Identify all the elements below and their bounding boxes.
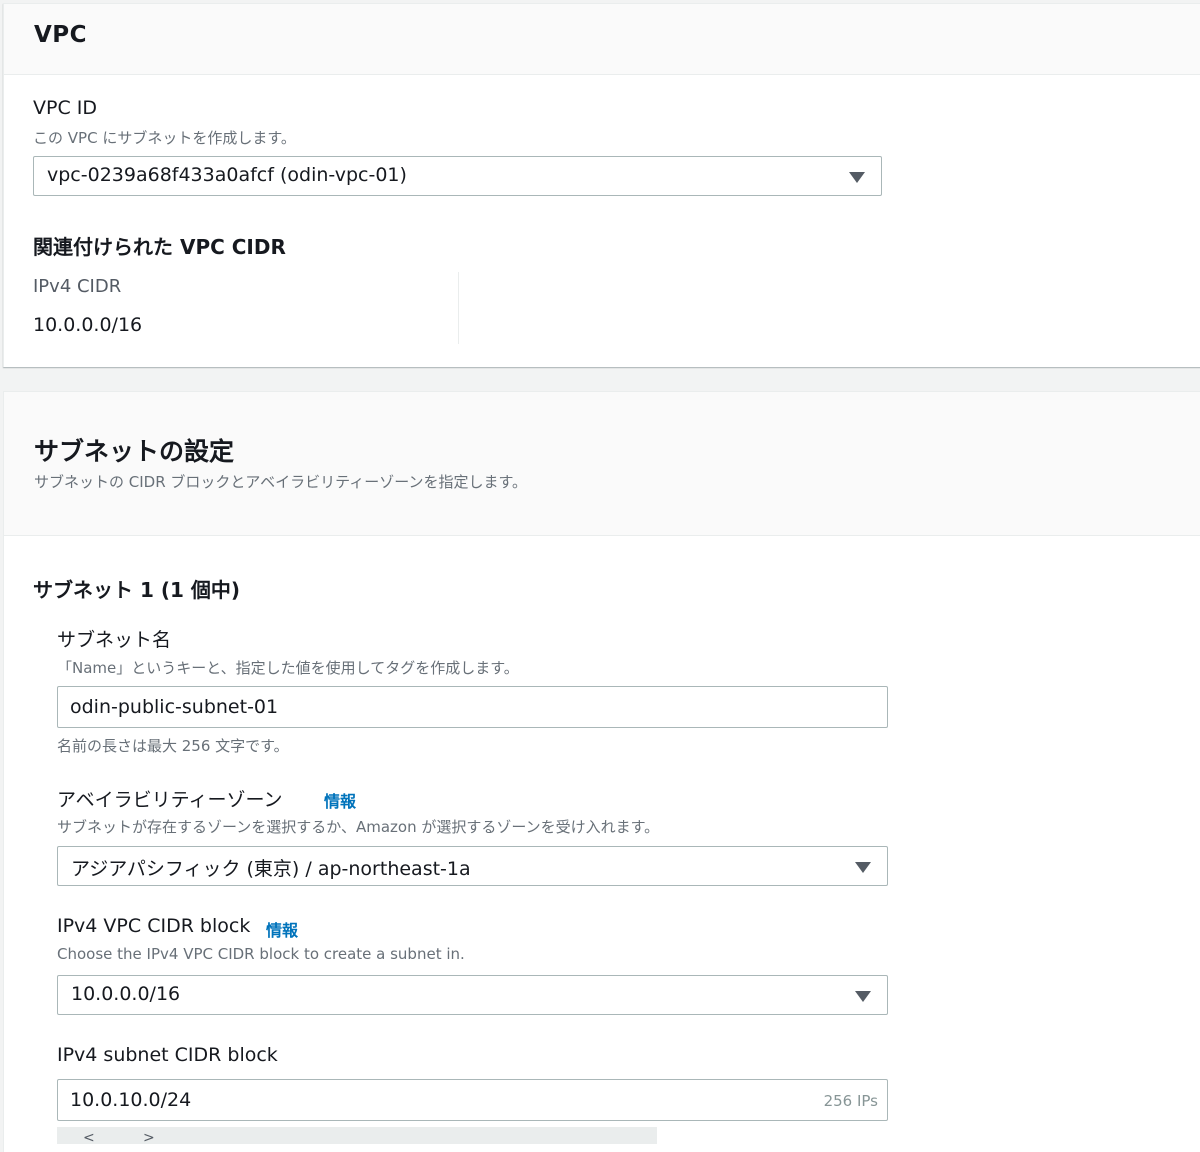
ipv4-subnet-cidr-block-field[interactable]: 256 IPs [57, 1079, 888, 1121]
vpc-id-label: VPC ID [33, 97, 97, 119]
vpc-id-description: この VPC にサブネットを作成します。 [33, 129, 296, 147]
caret-down-icon [849, 172, 865, 183]
ipv4-cidr-label: IPv4 CIDR [33, 276, 122, 297]
ipv4-vpc-cidr-block-label: IPv4 VPC CIDR block [57, 915, 251, 937]
availability-zone-description: サブネットが存在するゾーンを選択するか、Amazon が選択するゾーンを受け入れ… [57, 818, 660, 836]
column-divider [458, 272, 459, 344]
subnet-heading: サブネット 1 (1 個中) [33, 578, 241, 602]
vpc-id-select[interactable]: vpc-0239a68f433a0afcf (odin-vpc-01) [33, 156, 882, 196]
subnet-name-input[interactable] [58, 687, 887, 727]
subnet-settings-header: サブネットの設定 サブネットの CIDR ブロックとアベイラビリティーゾーンを指… [4, 392, 1200, 536]
caret-down-icon [855, 991, 871, 1002]
ipv4-subnet-cidr-block-label: IPv4 subnet CIDR block [57, 1044, 278, 1066]
subnet-settings-panel: サブネットの設定 サブネットの CIDR ブロックとアベイラビリティーゾーンを指… [3, 391, 1200, 1152]
subnet-name-label: サブネット名 [57, 629, 172, 651]
ip-count-suffix: 256 IPs [823, 1092, 878, 1110]
caret-down-icon [855, 862, 871, 873]
cidr-stepper-partial[interactable]: < > [57, 1127, 657, 1146]
associated-cidr-heading: 関連付けられた VPC CIDR [33, 235, 286, 259]
vpc-panel-header: VPC [4, 4, 1200, 75]
availability-zone-select[interactable]: アジアパシフィック (東京) / ap-northeast-1a [57, 846, 888, 886]
ipv4-vpc-cidr-block-select[interactable]: 10.0.0.0/16 [57, 975, 888, 1015]
subnet-settings-title: サブネットの設定 [34, 437, 235, 466]
availability-zone-info-link[interactable]: 情報 [324, 788, 356, 812]
subnet-settings-description: サブネットの CIDR ブロックとアベイラビリティーゾーンを指定します。 [34, 473, 527, 491]
availability-zone-label: アベイラビリティーゾーン [57, 789, 283, 811]
vpc-id-select-value: vpc-0239a68f433a0afcf (odin-vpc-01) [47, 164, 407, 186]
ipv4-vpc-cidr-block-description: Choose the IPv4 VPC CIDR block to create… [57, 945, 465, 963]
ipv4-vpc-cidr-block-select-value: 10.0.0.0/16 [71, 983, 181, 1005]
ipv4-vpc-cidr-block-info-link[interactable]: 情報 [266, 917, 298, 941]
availability-zone-select-value: アジアパシフィック (東京) / ap-northeast-1a [71, 858, 471, 880]
subnet-name-description: 「Name」というキーと、指定した値を使用してタグを作成します。 [57, 659, 519, 677]
subnet-name-constraint: 名前の長さは最大 256 文字です。 [57, 737, 289, 755]
vpc-panel-title: VPC [34, 22, 88, 48]
subnet-name-field[interactable] [57, 686, 888, 728]
ipv4-cidr-value: 10.0.0.0/16 [33, 314, 143, 336]
ipv4-subnet-cidr-block-input[interactable] [58, 1080, 887, 1120]
